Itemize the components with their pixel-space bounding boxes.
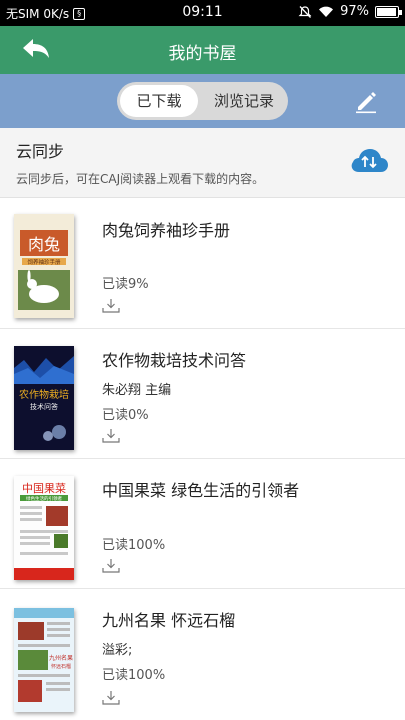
cloud-sync-panel[interactable]: 云同步 云同步后，可在CAJ阅读器上观看下载的内容。 xyxy=(0,128,405,198)
status-bar: 无SIM 0K/s § 09:11 97% xyxy=(0,0,405,26)
sync-title: 云同步 xyxy=(16,142,65,161)
book-cover[interactable]: 九州名果 怀远石榴 xyxy=(14,608,74,712)
book-author: 朱必翔 主编 xyxy=(102,383,172,398)
download-icon[interactable] xyxy=(102,690,120,706)
cover-subtitle: 饲养袖珍手册 xyxy=(27,258,61,266)
tab-strip: 已下载 浏览记录 xyxy=(0,74,405,128)
title-bar: 我的书屋 xyxy=(0,26,405,74)
book-title: 农作物栽培技术问答 xyxy=(102,351,247,370)
book-item[interactable]: 农作物栽培 技术问答 农作物栽培技术问答 朱必翔 主编 已读0% xyxy=(0,329,405,459)
cover-title: 九州名果 xyxy=(49,654,73,662)
book-title: 肉兔饲养袖珍手册 xyxy=(102,221,231,240)
cover-subtitle: 绿色生活的引领者 xyxy=(26,495,62,502)
book-cover[interactable]: 肉兔 饲养袖珍手册 xyxy=(14,214,74,318)
sync-description: 云同步后，可在CAJ阅读器上观看下载的内容。 xyxy=(16,172,265,186)
cover-subtitle: 怀远石榴 xyxy=(51,663,71,670)
cover-subtitle: 技术问答 xyxy=(30,402,58,411)
cover-title: 肉兔 xyxy=(28,235,60,254)
book-item[interactable]: 中国果菜 绿色生活的引领者 中国果菜 绿色生活的引领者 已读100% xyxy=(0,459,405,589)
read-progress: 已读100% xyxy=(102,538,166,553)
book-cover-art: 九州名果 怀远石榴 xyxy=(14,608,74,712)
book-title: 九州名果 怀远石榴 xyxy=(102,611,236,630)
book-item[interactable]: 肉兔 饲养袖珍手册 肉兔饲养袖珍手册 已读9% xyxy=(0,199,405,329)
wifi-icon xyxy=(319,6,334,18)
battery-percent: 97% xyxy=(340,4,369,19)
book-cover-art: 肉兔 饲养袖珍手册 xyxy=(14,214,74,318)
book-item[interactable]: 九州名果 怀远石榴 九州名果 怀远石榴 溢彩; 已读100% xyxy=(0,589,405,719)
segmented-control: 已下载 浏览记录 xyxy=(117,82,288,120)
battery-icon xyxy=(375,5,402,18)
tab-history[interactable]: 浏览记录 xyxy=(203,82,285,120)
download-icon[interactable] xyxy=(102,428,120,444)
book-author: 溢彩; xyxy=(102,643,133,658)
read-progress: 已读100% xyxy=(102,668,166,683)
mute-icon xyxy=(298,5,312,18)
book-cover-art: 中国果菜 绿色生活的引领者 xyxy=(14,476,74,580)
download-icon[interactable] xyxy=(102,558,120,574)
book-cover[interactable]: 农作物栽培 技术问答 xyxy=(14,346,74,450)
cover-title: 中国果菜 xyxy=(22,482,66,495)
book-cover-art: 农作物栽培 技术问答 xyxy=(14,346,74,450)
read-progress: 已读0% xyxy=(102,408,149,423)
cover-title: 农作物栽培 xyxy=(19,388,69,401)
read-progress: 已读9% xyxy=(102,277,149,292)
book-title: 中国果菜 绿色生活的引领者 xyxy=(102,481,300,500)
download-icon[interactable] xyxy=(102,298,120,314)
book-cover[interactable]: 中国果菜 绿色生活的引领者 xyxy=(14,476,74,580)
tab-downloaded[interactable]: 已下载 xyxy=(120,85,198,117)
cloud-sync-icon[interactable] xyxy=(349,146,389,176)
page-title: 我的书屋 xyxy=(168,44,237,64)
pencil-icon[interactable] xyxy=(353,88,379,114)
